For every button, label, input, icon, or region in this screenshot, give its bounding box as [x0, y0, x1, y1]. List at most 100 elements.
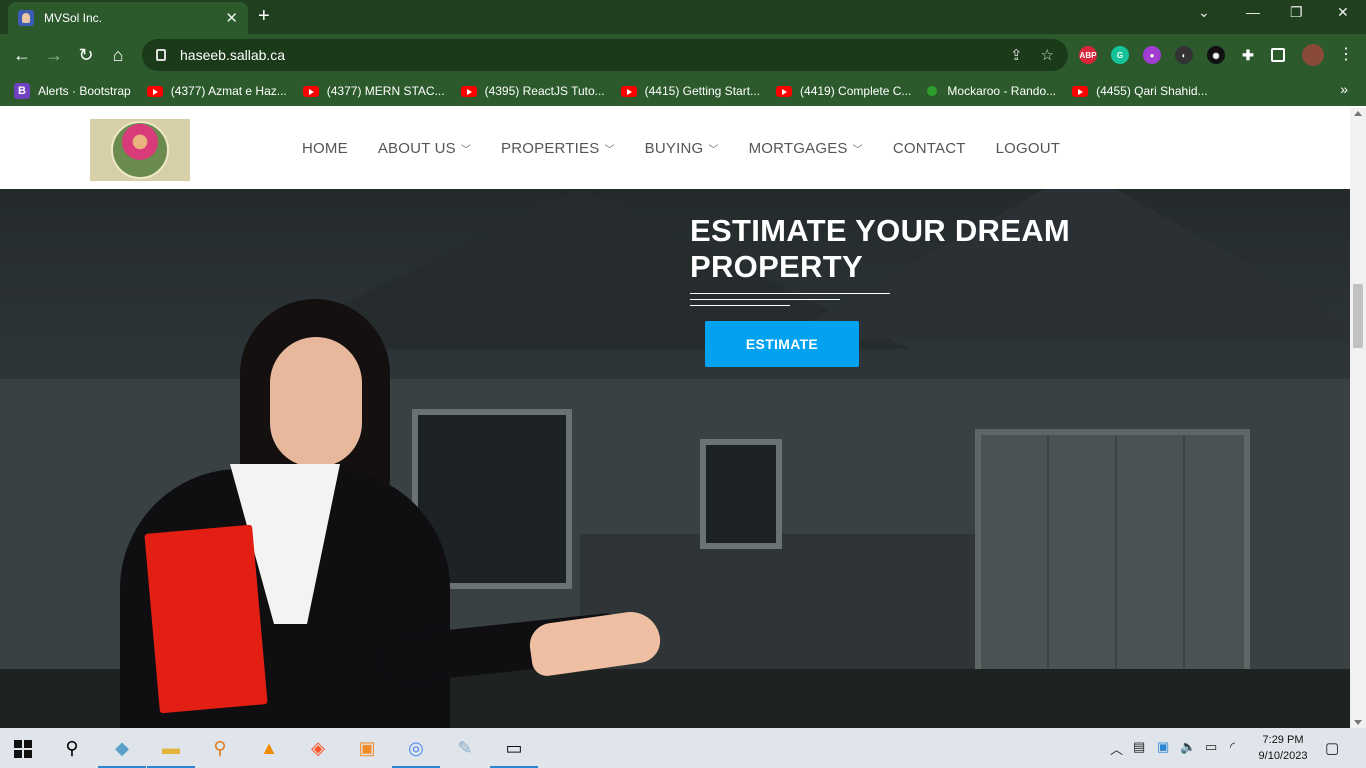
tray-overflow-icon[interactable]: ︿: [1110, 739, 1123, 758]
nav-mortgages[interactable]: MORTGAGES ﹀: [734, 140, 878, 157]
bookmarks-bar: B Alerts · Bootstrap (4377) Azmat e Haz..…: [0, 76, 1366, 106]
nav-label: ABOUT US: [377, 140, 456, 157]
windows-start-icon[interactable]: [14, 740, 32, 758]
mockaroo-icon: [927, 86, 938, 96]
notifications-icon[interactable]: ▢: [1325, 739, 1339, 757]
title-underline: [690, 293, 890, 294]
bookmark-item[interactable]: (4377) MERN STAC...: [302, 84, 445, 98]
terminal-icon[interactable]: ▭: [490, 734, 538, 768]
adblock-extension-icon[interactable]: ABP: [1079, 46, 1097, 64]
youtube-icon: [302, 85, 319, 97]
search-icon[interactable]: ⚲: [58, 734, 86, 762]
browser-tab-bar: MVSol Inc. ✕ + ⌄ — ❐ ✕: [0, 0, 1366, 34]
bookmark-label: Mockaroo - Rando...: [947, 84, 1057, 98]
share-icon[interactable]: ⇪: [1010, 46, 1023, 64]
youtube-icon: [776, 85, 793, 97]
network-device-icon[interactable]: ▤: [1133, 739, 1145, 755]
bookmark-item[interactable]: (4455) Qari Shahid...: [1072, 84, 1208, 98]
home-icon[interactable]: ⌂: [106, 43, 130, 67]
agent-face: [270, 337, 362, 467]
nav-home[interactable]: HOME: [287, 140, 363, 157]
grammarly-extension-icon[interactable]: G: [1111, 46, 1129, 64]
bookmarks-overflow-button[interactable]: »: [1340, 81, 1348, 97]
pdf-app-icon[interactable]: ▣: [353, 734, 381, 762]
windows-taskbar: ⚲ ◆ ▬ ⚲ ▲ ◈ ▣ ◎ ✎ ▭ ︿ ▤ ▣ 🔈 ▭ ◜ 7:29 PM …: [0, 728, 1366, 768]
side-panel-icon[interactable]: [1271, 48, 1285, 62]
bookmark-label: Alerts · Bootstrap: [38, 84, 131, 98]
bookmark-item[interactable]: (4415) Getting Start...: [620, 84, 761, 98]
chevron-down-icon: ﹀: [708, 145, 719, 156]
back-arrow-icon[interactable]: ←: [10, 43, 34, 67]
extension-icon[interactable]: ●: [1143, 46, 1161, 64]
page-scrollbar[interactable]: [1350, 108, 1366, 728]
paint-icon[interactable]: ✎: [451, 734, 479, 762]
nav-properties[interactable]: PROPERTIES ﹀: [486, 140, 630, 157]
search-app-icon[interactable]: ⚲: [206, 734, 234, 762]
reload-icon[interactable]: ↻: [74, 43, 98, 67]
lock-icon: [156, 49, 166, 61]
clock-date: 9/10/2023: [1258, 750, 1308, 762]
youtube-icon: [460, 85, 477, 97]
system-clock[interactable]: 7:29 PM 9/10/2023: [1252, 732, 1314, 764]
vlc-icon[interactable]: ▲: [255, 734, 283, 762]
close-window-button[interactable]: ✕: [1337, 4, 1349, 21]
extension-icon[interactable]: ◐: [1175, 46, 1193, 64]
new-tab-button[interactable]: +: [258, 5, 270, 28]
scroll-thumb[interactable]: [1353, 284, 1363, 348]
logo-portrait: [111, 121, 169, 179]
wifi-icon[interactable]: ◜: [1230, 739, 1235, 755]
chevron-down-icon: ﹀: [460, 145, 472, 156]
clock-time: 7:29 PM: [1262, 734, 1304, 746]
hero-title-line: ESTIMATE YOUR DREAM: [690, 213, 1071, 248]
nav-logout[interactable]: LOGOUT: [981, 140, 1076, 157]
menu-kebab-icon[interactable]: ⋮: [1334, 43, 1358, 67]
bookmark-label: (4419) Complete C...: [800, 84, 912, 98]
address-bar[interactable]: haseeb.sallab.ca ⇪ ☆: [142, 39, 1068, 71]
forward-arrow-icon[interactable]: →: [42, 43, 66, 67]
site-logo[interactable]: [90, 119, 190, 181]
extensions-puzzle-icon[interactable]: ✚: [1239, 46, 1257, 64]
minimize-button[interactable]: —: [1246, 4, 1260, 20]
scroll-up-icon[interactable]: [1354, 111, 1362, 116]
main-nav: HOME ABOUT US ﹀ PROPERTIES ﹀ BUYING ﹀ MORTG…: [287, 140, 1075, 157]
bookmark-item[interactable]: (4419) Complete C...: [776, 84, 911, 98]
volume-icon[interactable]: 🔈: [1180, 739, 1196, 755]
bookmark-label: (4415) Getting Start...: [644, 84, 761, 98]
bookmark-star-icon[interactable]: ☆: [1041, 46, 1054, 64]
battery-icon[interactable]: ▭: [1205, 739, 1217, 755]
bookmark-item[interactable]: (4395) ReactJS Tuto...: [460, 84, 605, 98]
red-folder: [144, 524, 268, 714]
url-text: haseeb.sallab.ca: [180, 47, 286, 63]
browser-tab[interactable]: MVSol Inc. ✕: [8, 2, 248, 34]
brave-icon[interactable]: ◈: [304, 734, 332, 762]
tab-title: MVSol Inc.: [44, 11, 103, 25]
app-icon[interactable]: ◆: [98, 734, 146, 768]
bookmark-label: (4395) ReactJS Tuto...: [484, 84, 605, 98]
bookmark-item[interactable]: (4377) Azmat e Haz...: [146, 84, 287, 98]
nav-label: MORTGAGES: [748, 140, 848, 157]
youtube-icon: [620, 85, 637, 97]
close-tab-icon[interactable]: ✕: [225, 9, 238, 27]
nav-label: LOGOUT: [995, 140, 1061, 157]
browser-toolbar: ← → ↻ ⌂ haseeb.sallab.ca ⇪ ☆ ABP G ● ◐ ◉…: [0, 34, 1366, 76]
tab-search-icon[interactable]: ⌄: [1198, 4, 1210, 21]
file-explorer-icon[interactable]: ▬: [147, 734, 195, 768]
maximize-button[interactable]: ❐: [1290, 4, 1303, 21]
profile-avatar[interactable]: [1302, 44, 1324, 66]
chevron-down-icon: ﹀: [852, 145, 863, 156]
hero-banner: ESTIMATE YOUR DREAM PROPERTY ESTIMATE: [0, 189, 1350, 728]
bootstrap-icon: B: [14, 83, 30, 99]
estimate-button[interactable]: ESTIMATE: [705, 321, 859, 367]
bookmark-label: (4455) Qari Shahid...: [1096, 84, 1208, 98]
bookmark-item[interactable]: Mockaroo - Rando...: [927, 84, 1056, 98]
nav-contact[interactable]: CONTACT: [878, 140, 981, 157]
tray-app-icon[interactable]: ▣: [1157, 739, 1169, 755]
chevron-down-icon: ﹀: [604, 145, 615, 156]
bookmark-item[interactable]: B Alerts · Bootstrap: [14, 83, 131, 99]
github-extension-icon[interactable]: ◉: [1207, 46, 1225, 64]
hero-title-line: PROPERTY: [690, 249, 863, 284]
chrome-icon[interactable]: ◎: [392, 734, 440, 768]
scroll-down-icon[interactable]: [1354, 720, 1362, 725]
nav-buying[interactable]: BUYING ﹀: [630, 140, 734, 157]
nav-about-us[interactable]: ABOUT US ﹀: [363, 140, 486, 157]
